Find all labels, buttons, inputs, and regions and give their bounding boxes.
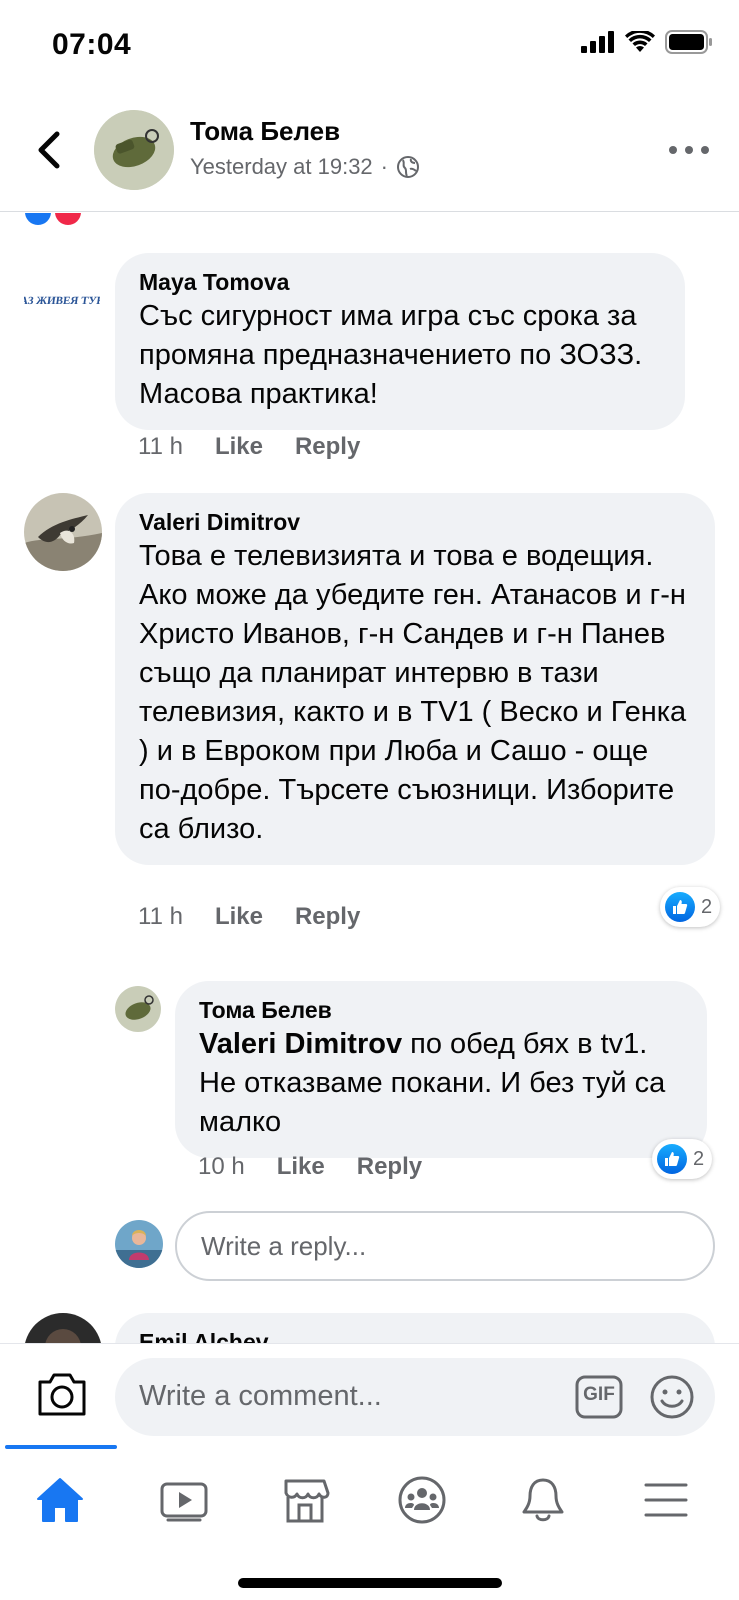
dot-icon — [701, 146, 709, 154]
like-button[interactable]: Like — [277, 1153, 325, 1181]
comment: АЗ ЖИВЕЯ ТУК Maya Tomova Със сигурност и… — [0, 253, 739, 463]
reaction-count: 2 — [693, 1147, 705, 1170]
active-tab-indicator — [5, 1445, 117, 1449]
avatar-logo-text: АЗ ЖИВЕЯ ТУК — [24, 295, 100, 307]
back-button[interactable] — [28, 128, 68, 172]
meta-separator: · — [380, 154, 388, 179]
like-reaction-icon — [665, 892, 695, 922]
chevron-left-icon — [38, 131, 60, 169]
reaction-peek — [25, 213, 81, 225]
status-icons — [581, 30, 713, 54]
gif-button[interactable]: GIF — [575, 1375, 623, 1419]
comment-text: Valeri Dimitrov по обед бях в tv1. Не от… — [199, 1025, 683, 1142]
commenter-avatar[interactable]: АЗ ЖИВЕЯ ТУК — [24, 263, 100, 339]
like-reaction-icon — [657, 1144, 687, 1174]
comment-input-placeholder: Write a comment... — [139, 1380, 382, 1412]
dot-icon — [669, 146, 677, 154]
reply-button[interactable]: Reply — [295, 903, 360, 931]
comment-author[interactable]: Emil Alchev — [139, 1327, 691, 1343]
gif-label: GIF — [583, 1384, 615, 1405]
reply-button[interactable]: Reply — [357, 1153, 422, 1181]
reaction-count: 2 — [701, 895, 713, 918]
comment-composer: Write a comment... GIF — [0, 1343, 739, 1445]
comment-input[interactable]: Write a comment... GIF — [115, 1358, 715, 1436]
comment-actions: 11 h Like Reply — [138, 433, 360, 461]
comment-author[interactable]: Valeri Dimitrov — [139, 507, 691, 537]
love-reaction-icon — [55, 213, 81, 225]
comment-bubble[interactable]: Тома Белев Valeri Dimitrov по обед бях в… — [175, 981, 707, 1158]
bell-icon — [522, 1478, 564, 1522]
camera-icon — [38, 1373, 86, 1416]
post-header: Тома Белев Yesterday at 19:32 · — [0, 100, 739, 212]
tab-notifications[interactable] — [503, 1465, 583, 1535]
status-bar: 07:04 — [0, 0, 739, 90]
comment-actions: 10 h Like Reply — [198, 1153, 422, 1181]
commenter-avatar[interactable] — [115, 986, 161, 1032]
post-meta: Yesterday at 19:32 · — [190, 154, 420, 180]
comment: Valeri Dimitrov Това е телевизията и тов… — [0, 493, 739, 933]
menu-icon — [644, 1483, 688, 1517]
tab-home[interactable] — [20, 1465, 100, 1535]
tab-groups[interactable] — [382, 1465, 462, 1535]
comment-author[interactable]: Тома Белев — [199, 995, 683, 1025]
reply-comment: Тома Белев Valeri Dimitrov по обед бях в… — [0, 981, 739, 1201]
reply-input[interactable]: Write a reply... — [175, 1211, 715, 1281]
watch-icon — [160, 1482, 208, 1522]
author-name[interactable]: Тома Белев — [190, 116, 340, 147]
home-icon — [37, 1478, 83, 1522]
comment-bubble[interactable]: Maya Tomova Със сигурност има игра със с… — [115, 253, 685, 430]
comment-time[interactable]: 11 h — [138, 903, 183, 931]
comment-author[interactable]: Maya Tomova — [139, 267, 661, 297]
comment-time[interactable]: 11 h — [138, 433, 183, 461]
author-avatar[interactable] — [94, 110, 174, 190]
like-button[interactable]: Like — [215, 903, 263, 931]
comment-text: Това е телевизията и това е водещия. Ако… — [139, 540, 687, 845]
reply-button[interactable]: Reply — [295, 433, 360, 461]
comment-actions: 11 h Like Reply — [138, 903, 360, 931]
dot-icon — [685, 146, 693, 154]
comments-list[interactable]: АЗ ЖИВЕЯ ТУК Maya Tomova Със сигурност и… — [0, 213, 739, 1343]
mention-link[interactable]: Valeri Dimitrov — [199, 1028, 402, 1060]
status-time: 07:04 — [52, 28, 132, 61]
like-button[interactable]: Like — [215, 433, 263, 461]
comment-bubble[interactable]: Emil Alchev — [115, 1313, 715, 1343]
marketplace-icon — [284, 1479, 330, 1523]
more-options-button[interactable] — [669, 140, 709, 160]
commenter-avatar[interactable] — [24, 493, 102, 571]
home-indicator[interactable] — [238, 1578, 502, 1588]
post-timestamp[interactable]: Yesterday at 19:32 — [190, 154, 373, 180]
tab-watch[interactable] — [144, 1465, 224, 1535]
emoji-button[interactable] — [649, 1374, 695, 1420]
wifi-icon — [625, 31, 655, 52]
smiley-icon — [650, 1375, 694, 1419]
tab-menu[interactable] — [626, 1465, 706, 1535]
comment-text: Със сигурност има игра със срока за пром… — [139, 300, 643, 410]
like-reaction-icon — [25, 213, 51, 225]
current-user-avatar — [115, 1220, 163, 1268]
battery-icon — [665, 30, 712, 54]
comment-bubble[interactable]: Valeri Dimitrov Това е телевизията и тов… — [115, 493, 715, 865]
comment-time[interactable]: 10 h — [198, 1153, 245, 1181]
reaction-count-badge[interactable]: 2 — [652, 1139, 713, 1179]
signal-icon — [581, 31, 614, 53]
tab-marketplace[interactable] — [265, 1465, 345, 1535]
globe-icon — [397, 156, 419, 178]
commenter-avatar[interactable] — [24, 1313, 102, 1343]
reaction-count-badge[interactable]: 2 — [660, 887, 721, 927]
camera-button[interactable] — [36, 1370, 88, 1418]
tab-bar — [0, 1445, 739, 1600]
groups-icon — [398, 1476, 446, 1524]
